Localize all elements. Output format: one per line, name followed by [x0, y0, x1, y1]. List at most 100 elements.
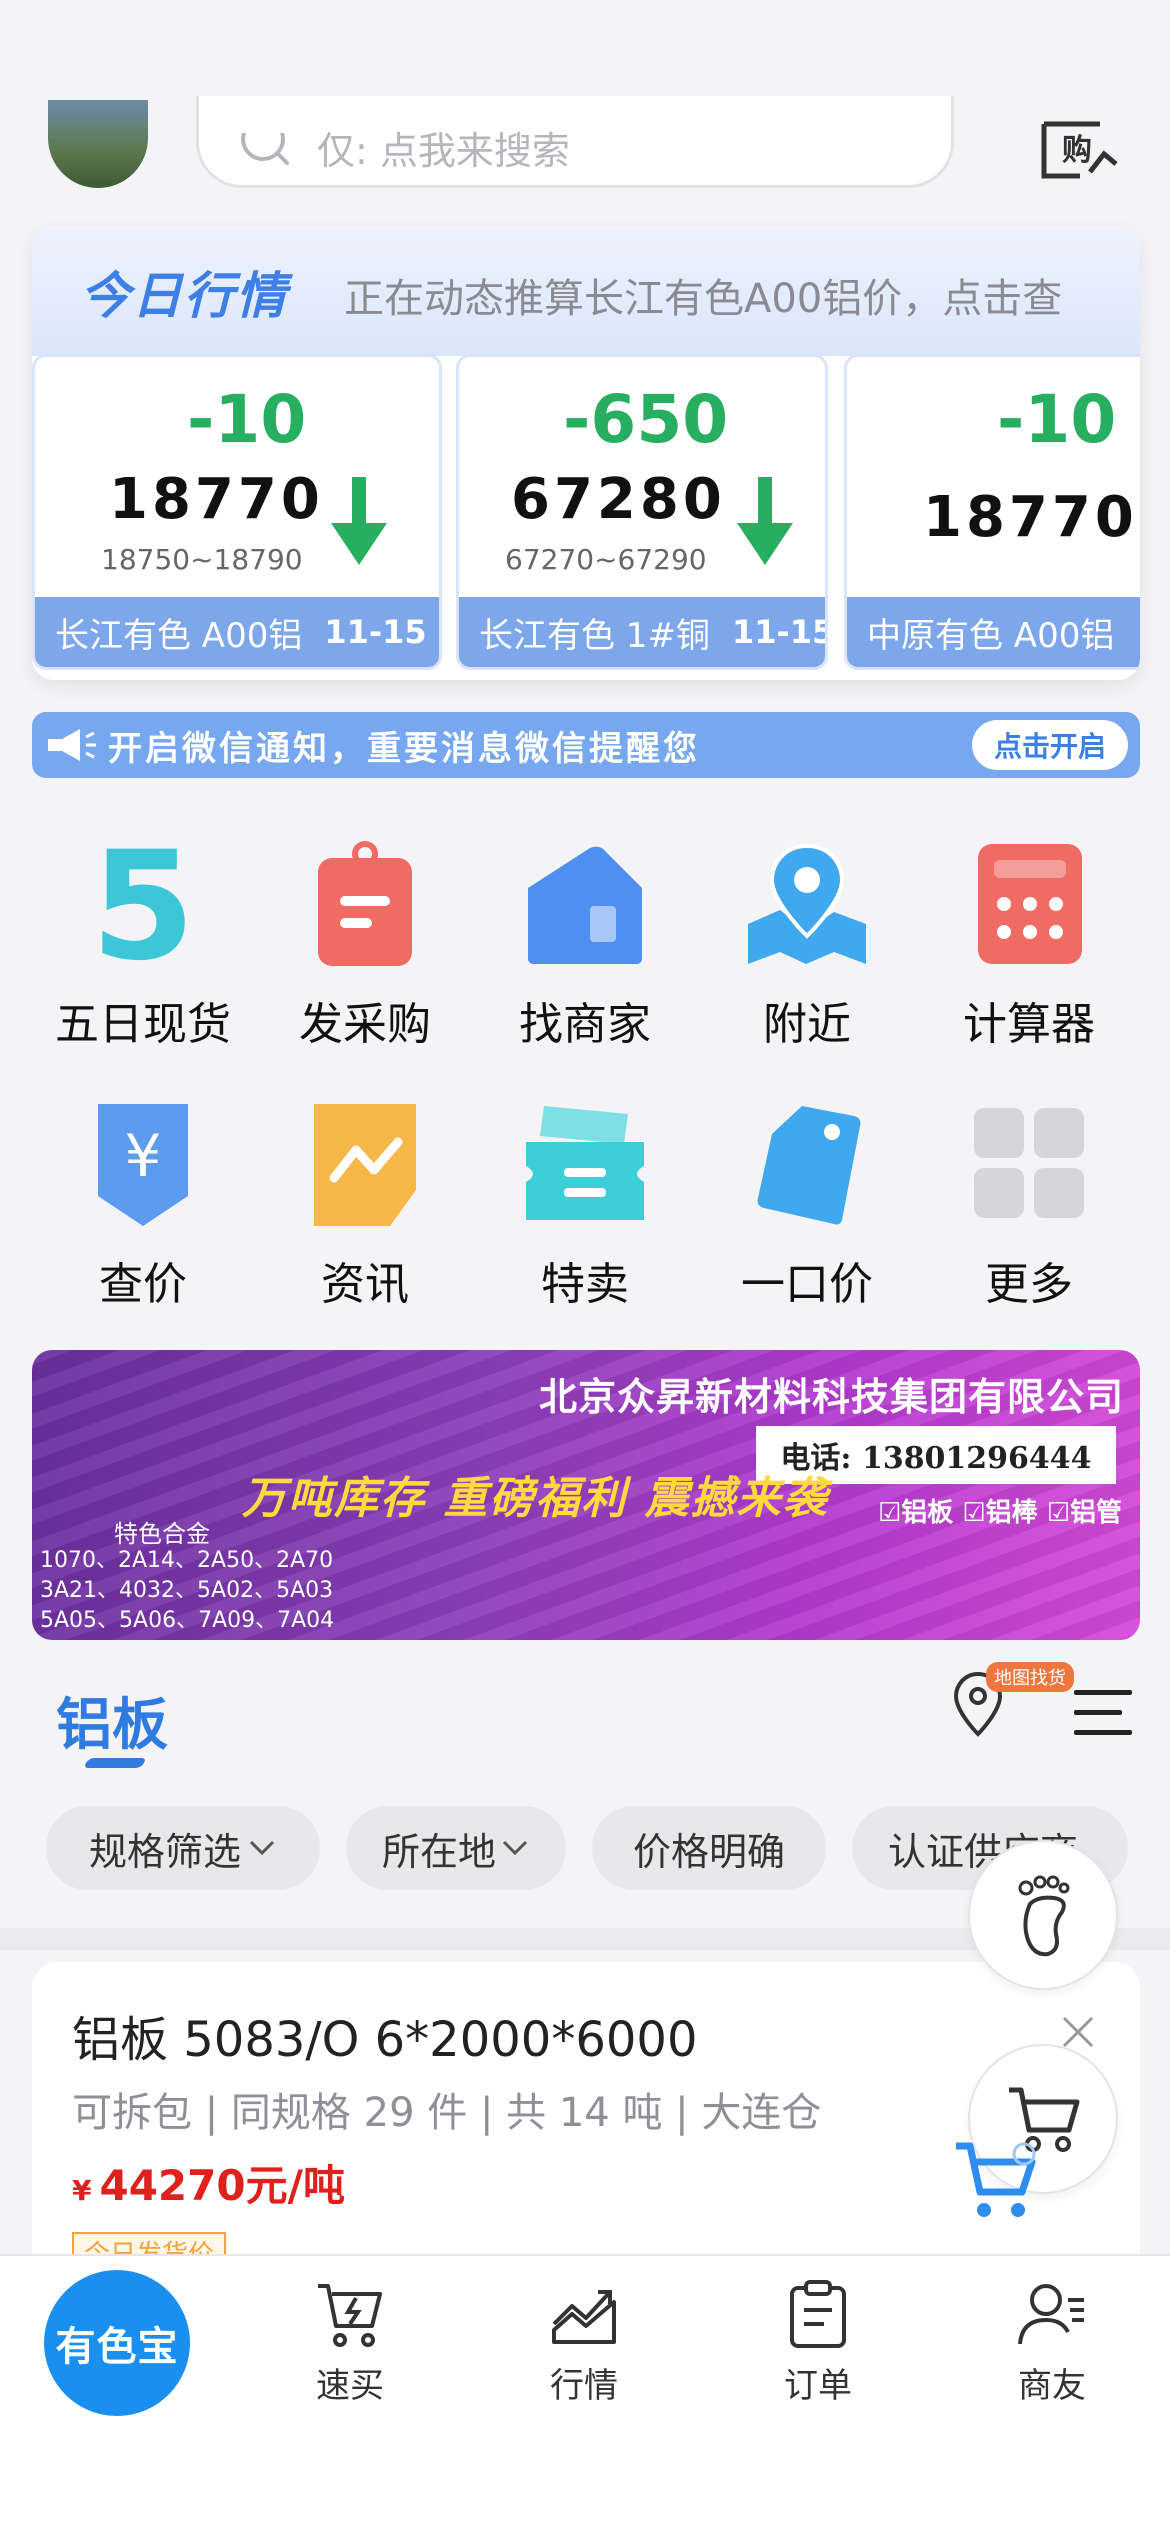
down-arrow-icon	[737, 477, 793, 565]
filter-spec-chip[interactable]: 规格筛选	[46, 1806, 320, 1890]
banner-alloy-title: 特色合金	[114, 1520, 210, 1548]
quote-range: 18750~18790	[101, 543, 303, 576]
banner-slogan: 万吨库存 重磅福利 震撼来袭	[242, 1473, 829, 1524]
nav-item-orders[interactable]: 订单	[738, 2280, 898, 2407]
megaphone-icon	[48, 729, 96, 761]
footprint-icon	[1018, 1875, 1070, 1957]
svg-text:购: 购	[1062, 133, 1092, 168]
five-icon: 5	[78, 820, 208, 994]
market-card[interactable]: 今日行情 正在动态推算长江有色A00铝价，点击查 -10 18770 18750…	[32, 226, 1140, 680]
grid-item-five-day-spot[interactable]: 5 五日现货	[32, 820, 254, 1052]
down-arrow-icon	[331, 477, 387, 565]
grid-label: 一口价	[741, 1259, 873, 1310]
calculator-icon	[964, 840, 1094, 970]
nav-item-friends[interactable]: 商友	[972, 2280, 1132, 2407]
quote-range: 67270~67290	[505, 543, 707, 576]
quote-footer: 长江有色 1#铜 11-15	[459, 597, 825, 667]
nav-label: 行情	[550, 2366, 618, 2406]
user-icon	[1018, 2284, 1084, 2345]
search-input[interactable]: 仅: 点我来搜索	[196, 96, 954, 188]
grid-label: 查价	[99, 1259, 187, 1310]
quote-card[interactable]: -10 18770 中原有色 A00铝	[844, 354, 1140, 670]
order-clipboard-icon	[790, 2280, 846, 2348]
grid-item-calculator[interactable]: 计算器	[918, 840, 1140, 1052]
banner-alloy-list: 1070、2A14、2A50、2A70 3A21、4032、5A02、5A03 …	[40, 1546, 334, 1636]
grid-label: 发采购	[299, 999, 431, 1050]
grid-label: 资讯	[321, 1259, 409, 1310]
currency-symbol: ¥	[72, 2174, 92, 2207]
chip-label: 规格筛选	[88, 1829, 241, 1874]
trend-chart-icon	[552, 2290, 616, 2344]
filter-location-chip[interactable]: 所在地	[346, 1806, 566, 1890]
menu-icon[interactable]	[1074, 1688, 1134, 1738]
map-pin-icon	[742, 840, 872, 970]
map-search-badge: 地图找货	[986, 1662, 1074, 1692]
grid-item-post-purchase[interactable]: 发采购	[254, 840, 476, 1052]
quote-name: 长江有色 1#铜	[479, 615, 710, 656]
grid-label: 附近	[763, 999, 851, 1050]
quote-name: 长江有色 A00铝	[55, 615, 303, 656]
enable-notice-button[interactable]: 点击开启	[971, 720, 1128, 770]
grid-item-more[interactable]: 更多	[918, 1100, 1140, 1312]
footprint-button[interactable]	[968, 1840, 1118, 1990]
quote-price: 18770	[109, 467, 324, 532]
grid-item-news[interactable]: 资讯	[254, 1100, 476, 1312]
grid-label: 找商家	[519, 999, 651, 1050]
grid-label: 特卖	[541, 1259, 629, 1310]
quote-price: 67280	[511, 467, 726, 532]
nav-label: 订单	[784, 2366, 852, 2406]
quote-date: 11-15	[324, 613, 427, 651]
alloy-line: 1070、2A14、2A50、2A70	[40, 1548, 334, 1573]
quote-card[interactable]: -10 18770 18750~18790 长江有色 A00铝 11-15	[32, 354, 442, 670]
nav-label: 速买	[316, 2366, 384, 2406]
yen-shield-icon: ¥	[78, 1100, 208, 1230]
alloy-line: 3A21、4032、5A02、5A03	[40, 1578, 334, 1603]
product-price: ¥44270元/吨	[72, 2152, 345, 2213]
chip-label: 价格明确	[632, 1829, 785, 1874]
search-placeholder: 仅: 点我来搜索	[317, 129, 570, 173]
shop-icon	[520, 840, 650, 970]
quote-date: 11-15	[731, 613, 828, 651]
grid-item-check-price[interactable]: ¥ 查价	[32, 1100, 254, 1312]
price-value: 44270元/吨	[99, 2161, 345, 2210]
filter-price-chip[interactable]: 价格明确	[592, 1806, 826, 1890]
grid-label: 更多	[985, 1259, 1073, 1310]
quote-card[interactable]: -650 67280 67270~67290 长江有色 1#铜 11-15	[456, 354, 828, 670]
nav-home-button[interactable]: 有色宝	[44, 2270, 190, 2416]
banner-checks: ☑铝板 ☑铝棒 ☑铝管	[877, 1498, 1122, 1528]
banner-company: 北京众昇新材料科技集团有限公司	[538, 1375, 1124, 1419]
grid-item-find-merchant[interactable]: 找商家	[474, 840, 696, 1052]
bottom-nav: 有色宝 速买 行情 订单 商友	[0, 2254, 1170, 2532]
nav-item-market[interactable]: 行情	[504, 2280, 664, 2407]
market-subtitle[interactable]: 正在动态推算长江有色A00铝价，点击查	[344, 266, 1062, 324]
notice-text: 开启微信通知，重要消息微信提醒您	[108, 728, 700, 769]
scan-icon[interactable]: 购	[1040, 120, 1120, 182]
quick-buy-cart-icon	[318, 2284, 382, 2347]
grid-more-icon	[964, 1100, 1094, 1230]
chip-label: 所在地	[381, 1829, 496, 1874]
alloy-line: 5A05、5A06、7A09、7A04	[40, 1608, 335, 1633]
wechat-notice-bar[interactable]: 开启微信通知，重要消息微信提醒您 点击开启	[32, 712, 1140, 778]
section-title[interactable]: 铝板	[56, 1680, 168, 1761]
product-meta: 可拆包 | 同规格 29 件 | 共 14 吨 | 大连仓	[72, 2090, 822, 2136]
product-title: 铝板 5083/O 6*2000*6000	[72, 2012, 698, 2068]
chevron-down-icon	[502, 1840, 528, 1856]
search-icon	[241, 133, 289, 165]
quote-name: 中原有色 A00铝	[867, 615, 1115, 656]
nav-item-quick-buy[interactable]: 速买	[270, 2280, 430, 2407]
quote-change: -10	[187, 381, 307, 458]
market-title: 今日行情	[80, 267, 288, 325]
promo-banner[interactable]: 北京众昇新材料科技集团有限公司 电话: 13801296444 ☑铝板 ☑铝棒 …	[32, 1350, 1140, 1640]
nav-label: 商友	[1018, 2366, 1086, 2406]
blue-cart-icon[interactable]	[952, 2140, 1042, 2224]
price-tag-icon	[742, 1100, 872, 1230]
grid-item-fixed-price[interactable]: 一口价	[696, 1100, 918, 1312]
quote-footer: 长江有色 A00铝 11-15	[35, 597, 439, 667]
svg-text:5: 5	[91, 840, 195, 970]
grid-label: 计算器	[963, 999, 1095, 1050]
grid-item-nearby[interactable]: 附近	[696, 840, 918, 1052]
avatar[interactable]	[48, 100, 148, 188]
grid-item-special-sale[interactable]: 特卖	[474, 1100, 696, 1312]
section-underline	[83, 1758, 147, 1768]
svg-text:¥: ¥	[125, 1122, 162, 1190]
